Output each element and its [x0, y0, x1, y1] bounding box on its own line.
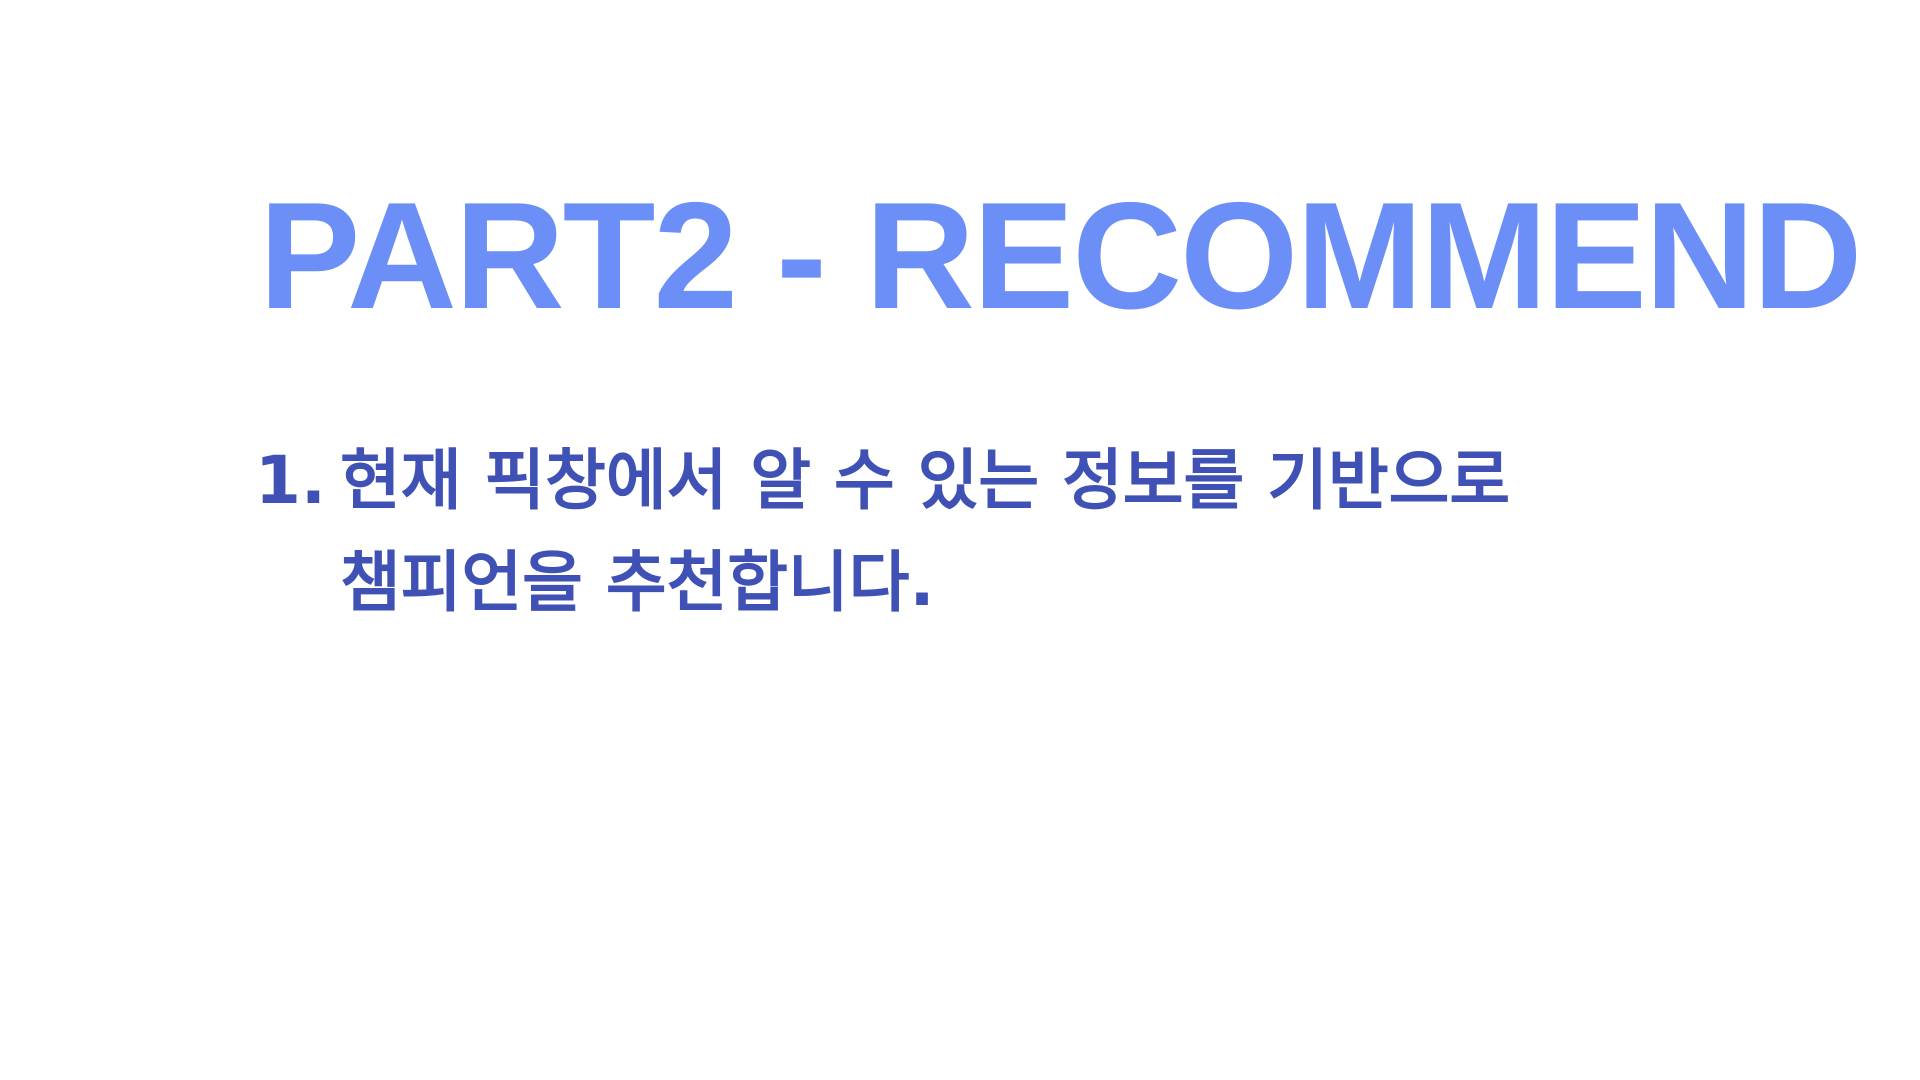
item-list: 1. 현재 픽창에서 알 수 있는 정보를 기반으로 챔피언을 추천합니다. — [255, 430, 1755, 634]
slide: PART2 - RECOMMEND 1. 현재 픽창에서 알 수 있는 정보를 … — [0, 0, 1920, 1080]
slide-title: PART2 - RECOMMEND — [259, 171, 1862, 341]
list-item: 1. 현재 픽창에서 알 수 있는 정보를 기반으로 챔피언을 추천합니다. — [255, 430, 1755, 634]
list-item-number: 1. — [255, 442, 326, 519]
list-item-text: 현재 픽창에서 알 수 있는 정보를 기반으로 챔피언을 추천합니다. — [340, 442, 1511, 621]
